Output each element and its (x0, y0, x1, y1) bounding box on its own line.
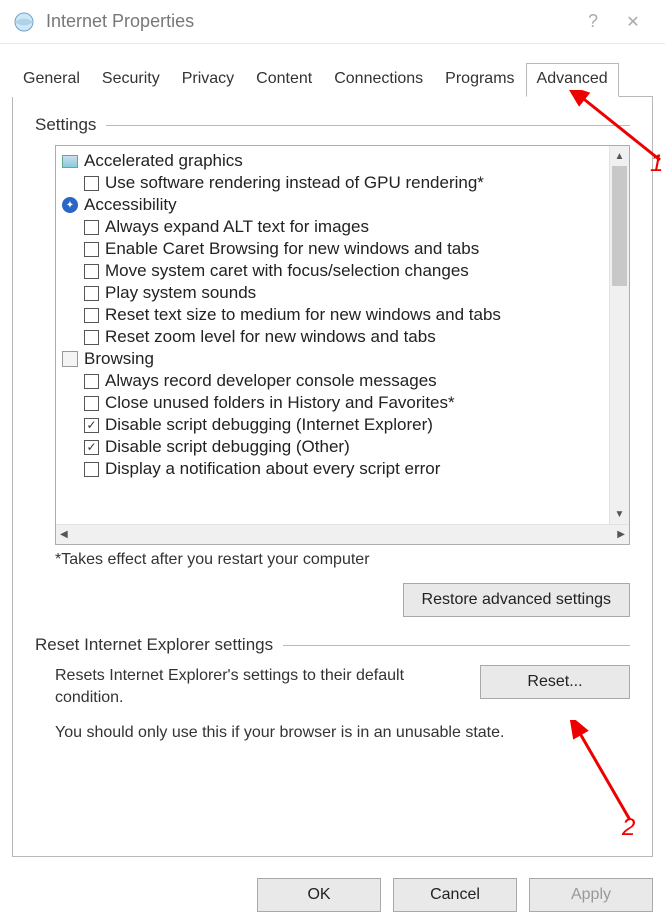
scroll-thumb[interactable] (612, 166, 627, 286)
close-icon[interactable]: ✕ (613, 12, 653, 32)
tab-security[interactable]: Security (91, 63, 171, 97)
scroll-up-icon[interactable]: ▲ (610, 146, 629, 166)
annotation-label-2: 2 (622, 814, 635, 842)
checkbox[interactable] (84, 330, 99, 345)
settings-group-label: Settings (35, 115, 96, 135)
tree-item[interactable]: ✓Disable script debugging (Internet Expl… (62, 414, 603, 436)
apply-button[interactable]: Apply (529, 878, 653, 912)
tree-item[interactable]: Reset zoom level for new windows and tab… (62, 326, 603, 348)
cancel-button[interactable]: Cancel (393, 878, 517, 912)
checkbox[interactable] (84, 308, 99, 323)
reset-description: Resets Internet Explorer's settings to t… (55, 665, 460, 710)
help-icon[interactable]: ? (573, 11, 613, 32)
divider (106, 125, 630, 126)
restore-advanced-button[interactable]: Restore advanced settings (403, 583, 630, 617)
tree-item[interactable]: Play system sounds (62, 282, 603, 304)
dialog-footer: OK Cancel Apply (257, 878, 653, 912)
tree-item[interactable]: Move system caret with focus/selection c… (62, 260, 603, 282)
tree-item[interactable]: ✓Disable script debugging (Other) (62, 436, 603, 458)
checkbox[interactable]: ✓ (84, 440, 99, 455)
dialog-body: General Security Privacy Content Connect… (0, 44, 665, 857)
checkbox[interactable] (84, 286, 99, 301)
tab-general[interactable]: General (12, 63, 91, 97)
reset-group-legend: Reset Internet Explorer settings (35, 635, 630, 655)
tab-advanced[interactable]: Advanced (526, 63, 619, 97)
scroll-down-icon[interactable]: ▼ (610, 504, 629, 524)
checkbox[interactable] (84, 220, 99, 235)
reset-group-label: Reset Internet Explorer settings (35, 635, 273, 655)
graphics-icon (62, 153, 78, 169)
checkbox[interactable] (84, 176, 99, 191)
tree-item[interactable]: Display a notification about every scrip… (62, 458, 603, 480)
settings-group-legend: Settings (35, 115, 630, 135)
tab-connections[interactable]: Connections (323, 63, 434, 97)
scroll-left-icon[interactable]: ◀ (60, 529, 68, 540)
checkbox[interactable] (84, 374, 99, 389)
checkbox[interactable] (84, 264, 99, 279)
tree-item[interactable]: Close unused folders in History and Favo… (62, 392, 603, 414)
checkbox[interactable] (84, 242, 99, 257)
window-title: Internet Properties (46, 11, 573, 32)
tab-programs[interactable]: Programs (434, 63, 525, 97)
tree-item[interactable]: Reset text size to medium for new window… (62, 304, 603, 326)
checkbox[interactable]: ✓ (84, 418, 99, 433)
reset-button[interactable]: Reset... (480, 665, 630, 699)
restart-footnote: *Takes effect after you restart your com… (55, 551, 630, 569)
tree-content[interactable]: Accelerated graphics Use software render… (56, 146, 609, 524)
browsing-icon (62, 351, 78, 367)
titlebar: Internet Properties ? ✕ (0, 0, 665, 44)
horizontal-scrollbar[interactable]: ◀ ▶ (56, 524, 629, 544)
accessibility-icon: ✦ (62, 197, 78, 213)
app-icon (12, 10, 36, 34)
tree-item[interactable]: Always expand ALT text for images (62, 216, 603, 238)
tabstrip: General Security Privacy Content Connect… (12, 62, 653, 97)
scroll-right-icon[interactable]: ▶ (617, 529, 625, 540)
annotation-label-1: 1 (650, 150, 663, 178)
tab-content[interactable]: Content (245, 63, 323, 97)
tree-item[interactable]: Use software rendering instead of GPU re… (62, 172, 603, 194)
settings-tree: Accelerated graphics Use software render… (55, 145, 630, 545)
checkbox[interactable] (84, 396, 99, 411)
tabpanel-advanced: Settings Accelerated graphics Use softwa… (12, 97, 653, 857)
tree-item[interactable]: Enable Caret Browsing for new windows an… (62, 238, 603, 260)
category-browsing: Browsing (62, 348, 603, 370)
divider (283, 645, 630, 646)
category-accessibility: ✦ Accessibility (62, 194, 603, 216)
ok-button[interactable]: OK (257, 878, 381, 912)
checkbox[interactable] (84, 462, 99, 477)
tree-item[interactable]: Always record developer console messages (62, 370, 603, 392)
tab-privacy[interactable]: Privacy (171, 63, 245, 97)
category-accelerated-graphics: Accelerated graphics (62, 150, 603, 172)
vertical-scrollbar[interactable]: ▲ ▼ (609, 146, 629, 524)
reset-warning: You should only use this if your browser… (55, 724, 630, 742)
